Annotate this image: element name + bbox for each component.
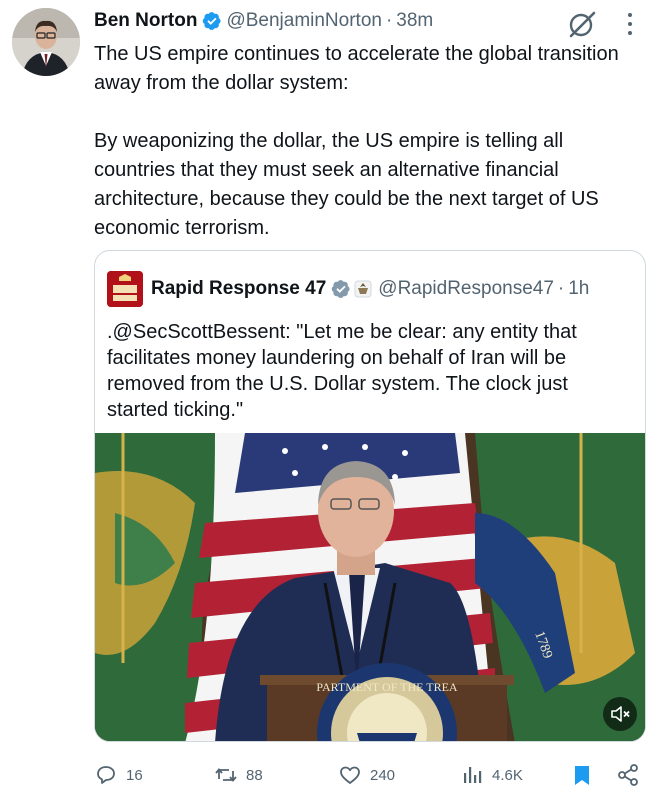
- seal-text: PARTMENT OF THE TREA: [316, 680, 458, 694]
- video-frame-image: PARTMENT OF THE TREA 1789: [95, 433, 645, 741]
- author-avatar[interactable]: [12, 8, 80, 76]
- speaker-muted-icon: [611, 706, 630, 722]
- quoted-video[interactable]: PARTMENT OF THE TREA 1789: [95, 433, 645, 741]
- quoted-author-handle[interactable]: @RapidResponse47: [378, 278, 554, 300]
- tweet-header: Ben Norton @BenjaminNorton · 38m: [94, 8, 433, 34]
- quoted-tweet-header: Rapid Response 47 @RapidResponse47 · 1h: [107, 271, 589, 307]
- share-button[interactable]: [616, 760, 648, 790]
- rapid-response-logo-icon: [107, 271, 143, 307]
- bookmark-button[interactable]: [570, 760, 602, 790]
- views-chart-icon: [464, 767, 482, 783]
- repost-button[interactable]: 88: [214, 760, 263, 790]
- tweet-text: The US empire continues to accelerate th…: [94, 43, 619, 239]
- more-options-icon[interactable]: [620, 10, 640, 38]
- quoted-tweet-text: .@SecScottBessent: "Let me be clear: any…: [107, 321, 577, 421]
- quoted-tweet[interactable]: Rapid Response 47 @RapidResponse47 · 1h …: [94, 250, 646, 742]
- separator-dot: ·: [385, 10, 393, 31]
- view-count: 4.6K: [492, 766, 523, 784]
- grok-icon[interactable]: [566, 8, 598, 40]
- views-button[interactable]: 4.6K: [460, 760, 523, 790]
- bookmark-icon: [575, 766, 589, 785]
- like-button[interactable]: 240: [338, 760, 395, 790]
- reply-count: 16: [126, 766, 143, 784]
- separator-dot: ·: [557, 278, 565, 299]
- reply-icon: [97, 766, 115, 784]
- action-bar: 16 88 240 4.6K: [94, 760, 646, 790]
- author-avatar-image: [12, 8, 80, 76]
- verified-badge-icon: [332, 280, 350, 298]
- verified-badge-icon: [203, 12, 221, 30]
- reply-button[interactable]: 16: [94, 760, 143, 790]
- like-count: 240: [370, 766, 396, 784]
- repost-count: 88: [246, 766, 263, 784]
- heart-icon: [340, 766, 360, 784]
- affiliate-seal-icon: [354, 280, 372, 298]
- post-time[interactable]: 38m: [396, 10, 433, 32]
- repost-icon: [215, 768, 237, 782]
- mute-toggle-button[interactable]: [603, 697, 637, 731]
- quoted-author-name[interactable]: Rapid Response 47: [151, 278, 326, 300]
- share-icon: [618, 764, 638, 786]
- author-name[interactable]: Ben Norton: [94, 10, 197, 32]
- quoted-post-time[interactable]: 1h: [568, 278, 589, 300]
- author-handle[interactable]: @BenjaminNorton: [226, 10, 382, 32]
- quoted-avatar[interactable]: [107, 271, 143, 307]
